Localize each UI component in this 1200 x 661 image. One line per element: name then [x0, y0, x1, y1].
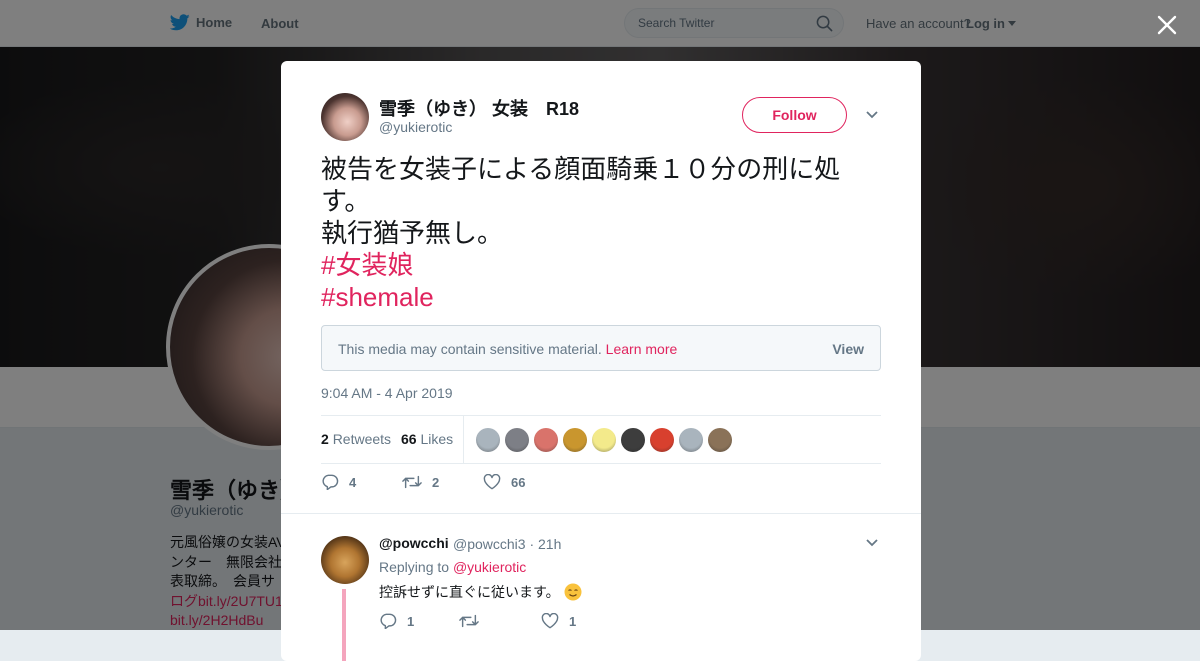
heart-icon [483, 474, 501, 490]
likes-count: 66 [401, 431, 417, 447]
retweets-count: 2 [321, 431, 329, 447]
tweet-actions: 4 2 66 [321, 471, 881, 497]
relieved-face-emoji-icon [564, 583, 582, 601]
tweet-text-line: 執行猶予無し。 [321, 218, 504, 248]
reply-action[interactable]: 1 [379, 613, 414, 629]
replying-to-link[interactable]: @yukierotic [453, 559, 526, 575]
author-handle[interactable]: @yukierotic [379, 119, 452, 135]
like-count: 66 [511, 474, 526, 490]
reply-actions: 1 1 [379, 613, 779, 637]
hashtag-link[interactable]: #女装娘 [321, 249, 881, 281]
reply-action[interactable]: 4 [321, 474, 356, 490]
retweet-icon [402, 475, 422, 489]
like-action[interactable]: 66 [483, 474, 525, 490]
liker-avatar[interactable] [679, 428, 703, 452]
replying-prefix: Replying to [379, 559, 450, 575]
liker-avatar[interactable] [563, 428, 587, 452]
liker-avatar[interactable] [505, 428, 529, 452]
author-avatar[interactable] [321, 93, 369, 141]
tweet-text-line: 被告を女装子による顔面騎乗１０分の刑に処す。 [321, 154, 841, 216]
liker-avatar[interactable] [650, 428, 674, 452]
liker-avatar[interactable] [476, 428, 500, 452]
reply-icon [322, 474, 339, 490]
sensitive-message: This media may contain sensitive materia… [338, 341, 677, 357]
stats-divider [463, 416, 464, 463]
reply-text-content: 控訴せずに直ぐに従います。 [379, 584, 560, 600]
liker-avatar[interactable] [592, 428, 616, 452]
reply-avatar[interactable] [321, 536, 369, 584]
reply-icon [380, 613, 397, 629]
reply-count: 4 [349, 474, 357, 490]
tweet-stats: 2 Retweets 66 Likes [321, 415, 881, 464]
reply-count: 1 [407, 613, 415, 629]
heart-icon [541, 613, 559, 629]
chevron-down-icon[interactable] [865, 538, 879, 548]
retweets-stat[interactable]: 2 Retweets [321, 431, 391, 447]
liker-avatar[interactable] [534, 428, 558, 452]
follow-button[interactable]: Follow [742, 97, 847, 133]
view-media-button[interactable]: View [832, 341, 864, 357]
chevron-down-icon[interactable] [865, 110, 879, 120]
retweets-label: Retweets [332, 431, 392, 447]
retweet-count: 2 [432, 474, 440, 490]
likes-stat[interactable]: 66 Likes [401, 431, 453, 447]
reply-author-name[interactable]: @powcchi [379, 535, 449, 551]
liker-avatar[interactable] [708, 428, 732, 452]
tweet-modal: 雪季（ゆき） 女装 R18 @yukierotic Follow 被告を女装子に… [281, 61, 921, 661]
divider [281, 513, 921, 514]
close-icon[interactable] [1154, 12, 1180, 38]
retweet-action[interactable] [459, 613, 479, 629]
hashtag-link[interactable]: #shemale [321, 281, 881, 313]
likes-label: Likes [420, 431, 454, 447]
replying-to: Replying to @yukierotic [379, 559, 526, 575]
like-action[interactable]: 1 [541, 613, 576, 629]
thread-line [342, 589, 346, 661]
retweet-icon [459, 614, 479, 628]
learn-more-link[interactable]: Learn more [606, 341, 678, 357]
retweet-action[interactable]: 2 [402, 474, 439, 490]
tweet-text: 被告を女装子による顔面騎乗１０分の刑に処す。 執行猶予無し。 #女装娘 #she… [321, 153, 881, 313]
reply-author-handle[interactable]: @powcchi3 · 21h [453, 536, 561, 552]
sensitive-media-notice: This media may contain sensitive materia… [321, 325, 881, 371]
tweet-timestamp[interactable]: 9:04 AM - 4 Apr 2019 [321, 385, 453, 401]
reply-text: 控訴せずに直ぐに従います。 [379, 582, 582, 602]
sensitive-text: This media may contain sensitive materia… [338, 341, 602, 357]
like-count: 1 [569, 613, 577, 629]
author-name[interactable]: 雪季（ゆき） 女装 R18 [379, 95, 579, 121]
liker-avatar[interactable] [621, 428, 645, 452]
